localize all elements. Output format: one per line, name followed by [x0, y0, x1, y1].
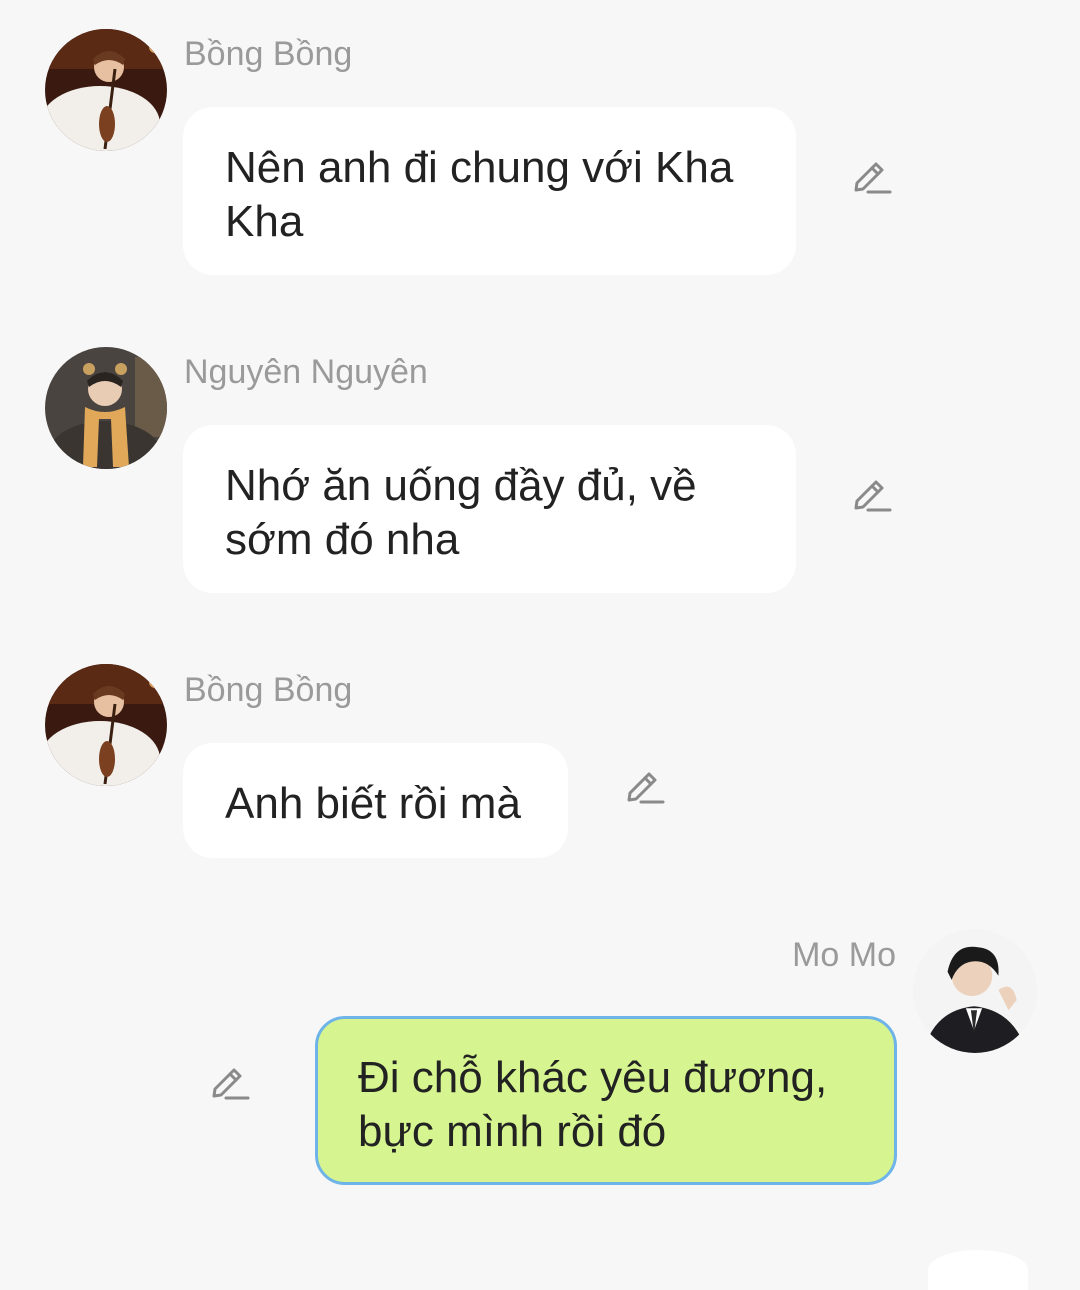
avatar-suit-icon[interactable] — [913, 929, 1037, 1053]
sender-name: Bồng Bồng — [184, 671, 353, 709]
message-bubble[interactable]: Nên anh đi chung với Kha Kha — [183, 107, 796, 275]
edit-pencil-icon[interactable] — [623, 766, 665, 808]
edit-pencil-icon[interactable] — [850, 474, 892, 516]
avatar-cellist-icon[interactable] — [45, 29, 167, 151]
sender-name: Bồng Bồng — [184, 35, 353, 73]
next-avatar-partial — [928, 1250, 1028, 1290]
avatar-cellist-icon[interactable] — [45, 664, 167, 786]
edit-pencil-icon[interactable] — [850, 156, 892, 198]
sender-name: Mo Mo — [792, 936, 896, 974]
message-bubble[interactable]: Đi chỗ khác yêu đương, bực mình rồi đó — [315, 1016, 897, 1185]
sender-name: Nguyên Nguyên — [184, 353, 428, 391]
message-bubble[interactable]: Anh biết rồi mà — [183, 743, 568, 858]
message-bubble[interactable]: Nhớ ăn uống đầy đủ, về sớm đó nha — [183, 425, 796, 593]
avatar-scarf-icon[interactable] — [45, 347, 167, 469]
edit-pencil-icon[interactable] — [208, 1062, 250, 1104]
